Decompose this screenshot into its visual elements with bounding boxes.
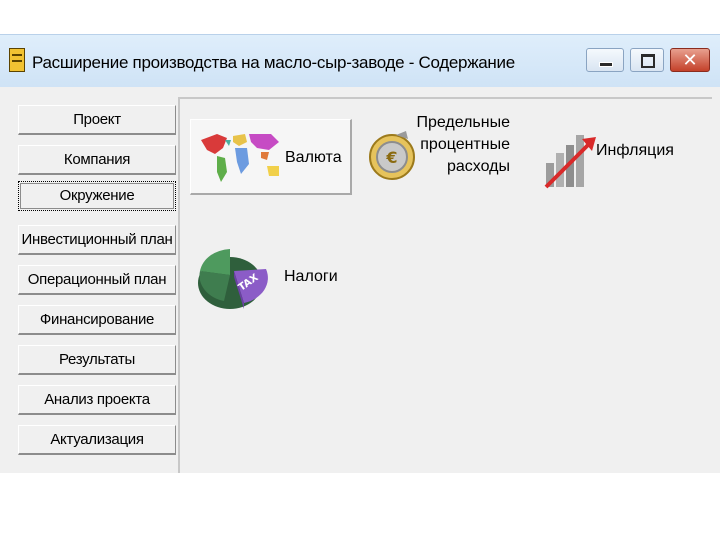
tile-currency[interactable]: Валюта bbox=[190, 119, 352, 195]
svg-text:€: € bbox=[385, 148, 397, 167]
tile-taxes-label: Налоги bbox=[284, 268, 338, 285]
rising-chart-arrow-icon bbox=[544, 135, 596, 189]
nav-button-project-analysis[interactable]: Анализ проекта bbox=[18, 385, 176, 415]
window-title: Расширение производства на масло-сыр-зав… bbox=[32, 53, 515, 72]
tile-currency-label: Валюта bbox=[285, 149, 342, 166]
nav-button-company[interactable]: Компания bbox=[18, 145, 176, 175]
world-map-icon bbox=[201, 134, 279, 182]
content-area: Проект Компания Окружение Инвестиционный… bbox=[8, 87, 712, 473]
close-button[interactable]: ✕ bbox=[670, 48, 710, 72]
tax-pie-chart-icon: TAX bbox=[198, 249, 268, 309]
nav-button-project[interactable]: Проект bbox=[18, 105, 176, 135]
nav-button-results[interactable]: Результаты bbox=[18, 345, 176, 375]
tile-interest-expenses[interactable]: € Предельные процентные расходы bbox=[364, 113, 514, 203]
tile-interest-line2: процентные bbox=[420, 136, 510, 153]
nav-button-investment-plan[interactable]: Инвестиционный план bbox=[18, 225, 176, 255]
tile-interest-line3: расходы bbox=[447, 158, 510, 175]
tile-interest-line1: Предельные bbox=[416, 114, 510, 131]
maximize-icon bbox=[641, 54, 655, 68]
minimize-icon bbox=[599, 62, 613, 67]
maximize-button[interactable] bbox=[630, 48, 664, 72]
nav-button-financing[interactable]: Финансирование bbox=[18, 305, 176, 335]
nav-button-operational-plan[interactable]: Операционный план bbox=[18, 265, 176, 295]
minimize-button[interactable] bbox=[586, 48, 624, 72]
close-icon: ✕ bbox=[682, 50, 698, 70]
tile-inflation-label: Инфляция bbox=[596, 142, 674, 159]
application-window: Расширение производства на масло-сыр-зав… bbox=[0, 34, 720, 473]
page-top-margin bbox=[0, 0, 720, 34]
tile-inflation[interactable]: Инфляция bbox=[536, 123, 686, 203]
nav-button-environment[interactable]: Окружение bbox=[18, 181, 176, 211]
tile-taxes[interactable]: TAX Налоги bbox=[194, 235, 354, 325]
app-icon[interactable] bbox=[9, 48, 25, 72]
title-bar[interactable]: Расширение производства на масло-сыр-зав… bbox=[0, 35, 720, 87]
nav-button-actualization[interactable]: Актуализация bbox=[18, 425, 176, 455]
module-panel: Валюта € Предельные процентные расходы И… bbox=[178, 97, 712, 473]
